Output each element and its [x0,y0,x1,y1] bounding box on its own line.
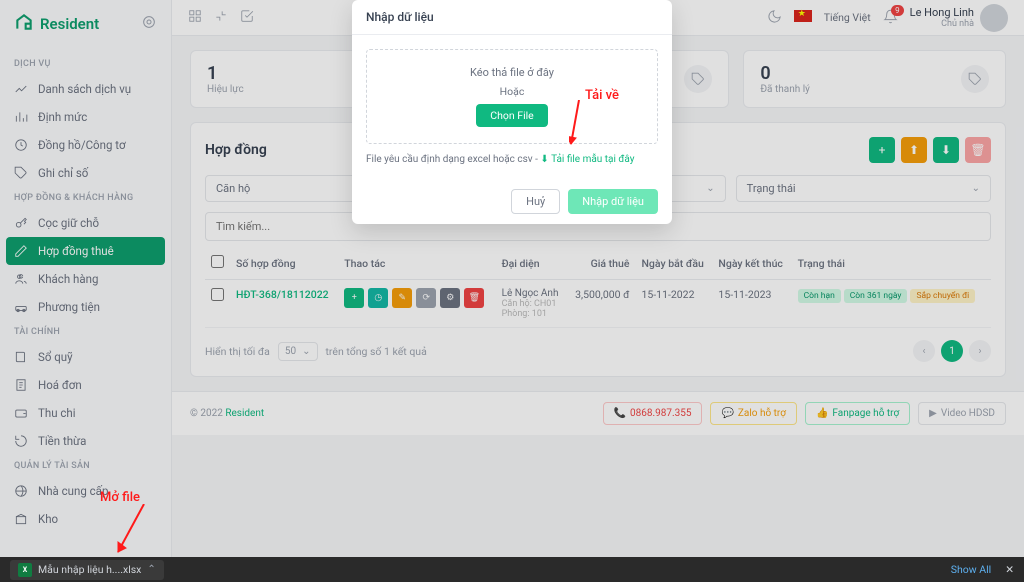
download-file[interactable]: X Mẫu nhập liệu h....xlsx ⌃ [10,560,164,580]
show-all-link[interactable]: Show All [951,563,991,576]
download-icon: ⬇ [540,154,548,165]
drop-text: Kéo thả file ở đây [375,66,649,79]
modal-overlay[interactable]: Nhập dữ liệu Kéo thả file ở đây Hoặc Chọ… [0,0,1024,582]
template-link[interactable]: Tải file mẫu tại đây [551,154,634,165]
note-pre: File yêu cầu định dạng excel hoặc csv - [366,154,540,165]
file-name: Mẫu nhập liệu h....xlsx [38,563,141,576]
dropzone[interactable]: Kéo thả file ở đây Hoặc Chọn File [366,49,658,144]
chevron-up-icon[interactable]: ⌃ [147,564,155,575]
choose-file-button[interactable]: Chọn File [476,104,548,127]
drop-or: Hoặc [375,85,649,98]
download-bar: X Mẫu nhập liệu h....xlsx ⌃ Show All ✕ [0,557,1024,582]
modal-title: Nhập dữ liệu [352,0,672,35]
submit-button[interactable]: Nhập dữ liệu [568,189,658,214]
close-icon[interactable]: ✕ [1005,563,1014,576]
excel-icon: X [18,563,32,577]
import-modal: Nhập dữ liệu Kéo thả file ở đây Hoặc Chọ… [352,0,672,224]
cancel-button[interactable]: Huỷ [511,189,560,214]
